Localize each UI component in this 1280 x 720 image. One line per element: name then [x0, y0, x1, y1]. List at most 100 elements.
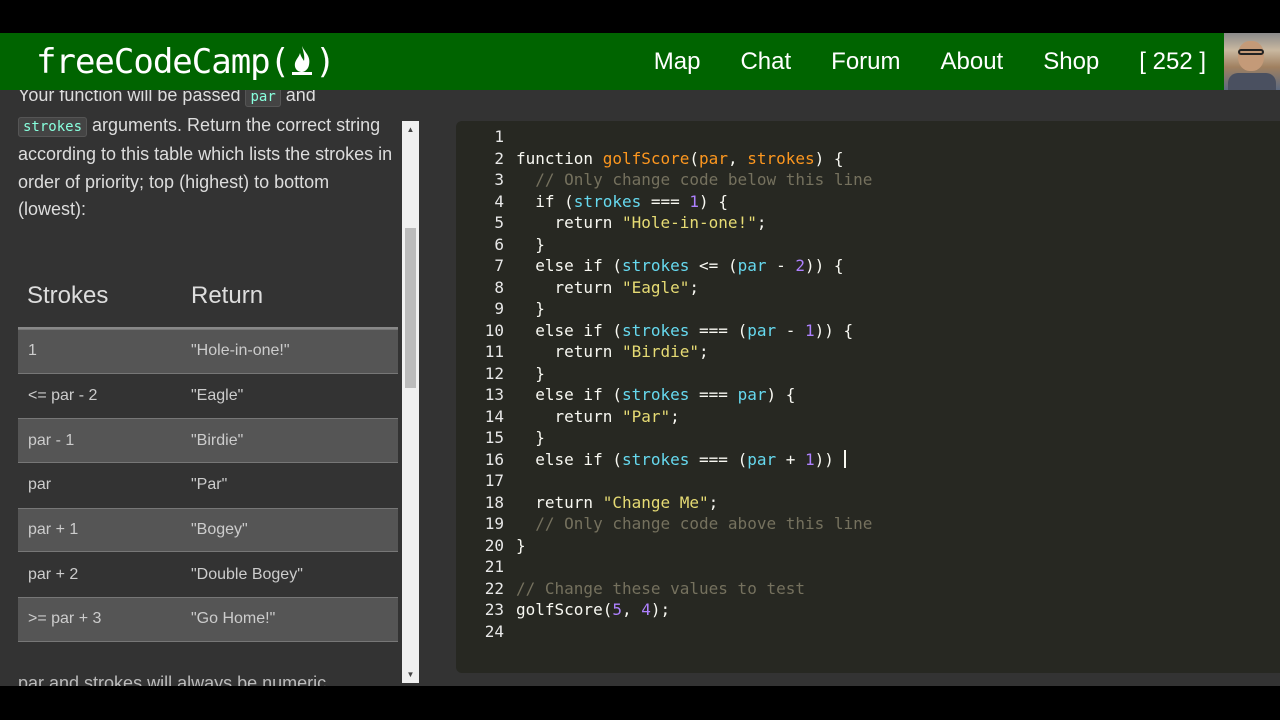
code-line-20: }	[516, 535, 526, 555]
header-strokes: Strokes	[27, 281, 109, 309]
table-header: Strokes Return	[18, 264, 398, 329]
avatar[interactable]	[1224, 33, 1280, 90]
brand-logo[interactable]: freeCodeCamp()	[36, 40, 336, 84]
code-line-14: return "Par";	[554, 406, 680, 426]
avatar-face	[1238, 41, 1264, 71]
code-line-5: return "Hole-in-one!";	[554, 213, 767, 232]
scroll-thumb[interactable]	[405, 228, 416, 388]
code-line-19: // Only change code above this line	[516, 514, 872, 533]
cell-return: "Par"	[191, 476, 228, 494]
token-number: 5	[612, 600, 622, 619]
table-row: par + 2 "Double Bogey"	[18, 552, 398, 597]
brand-paren-open: (	[269, 42, 291, 82]
token-keyword: return	[554, 277, 613, 297]
challenge-description: Your function will be passed par and stro…	[18, 90, 398, 224]
cell-return: "Hole-in-one!"	[191, 342, 290, 360]
token-comment: // Only change code above this line	[535, 514, 873, 533]
code-chip-strokes: strokes	[18, 116, 88, 137]
instructions-panel: Your function will be passed par and stro…	[18, 90, 402, 686]
cell-strokes: >= par + 3	[28, 610, 102, 628]
code-line-22: // Change these values to test	[516, 579, 805, 598]
token-variable: par	[747, 449, 777, 469]
token-variable: par	[737, 256, 767, 275]
top-navbar: freeCodeCamp() Map Chat Forum About Shop…	[0, 33, 1280, 90]
nav-forum[interactable]: Forum	[831, 48, 900, 76]
line-number: 15	[484, 428, 504, 447]
token-keyword: else if	[535, 385, 603, 404]
token-keyword: else if	[535, 449, 603, 469]
line-number: 11	[484, 342, 504, 361]
code-editor[interactable]: 1 2 3 4 5 6 7 8 9 10 11 12 13 14 15 16 17 18 19 20 21 22 23 24 …	[456, 121, 1280, 673]
line-number: 18	[484, 492, 504, 512]
avatar-shirt	[1228, 73, 1276, 90]
desc-text-a: Your function will be passed	[18, 90, 246, 105]
line-number: 10	[484, 320, 504, 340]
table-row: par "Par"	[18, 463, 398, 508]
token-param: par	[699, 148, 728, 168]
code-line-4: if (strokes === 1) {	[535, 191, 728, 211]
table-row: 1 "Hole-in-one!"	[18, 329, 398, 374]
scroll-down-arrow-icon[interactable]: ▼	[402, 666, 419, 683]
table-row: par - 1 "Birdie"	[18, 418, 398, 464]
table-row: par + 1 "Bogey"	[18, 507, 398, 553]
line-number: 19	[484, 514, 504, 533]
code-line-16: else if (strokes === (par + 1))	[535, 449, 846, 469]
line-number: 12	[484, 363, 504, 383]
line-number: 4	[494, 191, 504, 211]
clipped-note: par and strokes will always be numeric	[18, 673, 327, 686]
token-keyword: return	[554, 342, 613, 361]
cell-return: "Eagle"	[191, 387, 244, 405]
cell-strokes: par + 2	[28, 565, 79, 583]
code-line-6: }	[516, 234, 545, 254]
token-number: 4	[641, 600, 651, 619]
nav-shop[interactable]: Shop	[1043, 48, 1099, 76]
line-number: 14	[484, 406, 504, 426]
nav-map[interactable]: Map	[654, 48, 701, 76]
token-variable: strokes	[621, 320, 690, 340]
line-number: 3	[494, 170, 504, 189]
line-number: 6	[494, 234, 504, 254]
token-param: strokes	[747, 148, 815, 168]
token-keyword: else if	[535, 256, 603, 275]
scroll-up-arrow-icon[interactable]: ▲	[402, 121, 419, 138]
line-number: 8	[494, 277, 504, 297]
token-comment: // Change these values to test	[516, 578, 805, 598]
code-line-3: // Only change code below this line	[516, 170, 872, 189]
code-line-10: else if (strokes === (par - 1)) {	[535, 320, 854, 340]
token-variable: strokes	[621, 256, 690, 275]
code-chip-par: par	[245, 90, 281, 107]
token-keyword: return	[554, 213, 613, 232]
code-line-2: function golfScore(par, strokes) {	[516, 148, 844, 168]
scores-table: Strokes Return 1 "Hole-in-one!" <= par - …	[18, 264, 398, 642]
code-line-18: return "Change Me";	[535, 492, 719, 512]
line-number: 1	[494, 127, 504, 146]
nav-about[interactable]: About	[941, 48, 1004, 76]
token-number: 2	[795, 256, 806, 275]
token-comment: // Only change code below this line	[535, 170, 873, 189]
token-keyword: if	[535, 191, 555, 211]
code-line-12: }	[516, 363, 545, 383]
cell-strokes: par - 1	[28, 431, 75, 449]
line-number: 21	[484, 557, 504, 576]
line-number: 9	[494, 299, 504, 318]
cell-strokes: par	[28, 476, 52, 494]
code-line-15: }	[516, 428, 545, 447]
avatar-glasses	[1238, 49, 1264, 55]
token-identifier: golfScore	[516, 600, 603, 619]
token-string: "Par"	[621, 406, 671, 426]
line-number: 23	[484, 600, 504, 619]
instructions-scrollbar[interactable]: ▲ ▼	[402, 121, 419, 683]
text-cursor	[843, 449, 846, 468]
token-string: "Change Me"	[602, 492, 709, 512]
token-keyword: return	[554, 406, 613, 426]
nav-points[interactable]: [ 252 ]	[1139, 48, 1206, 76]
line-number: 16	[484, 449, 504, 469]
token-function-name: golfScore	[602, 148, 690, 168]
token-keyword: else if	[535, 320, 603, 340]
cell-strokes: <= par - 2	[28, 387, 98, 405]
browser-viewport: freeCodeCamp() Map Chat Forum About Shop…	[0, 33, 1280, 686]
nav-chat[interactable]: Chat	[740, 48, 791, 76]
flame-icon	[292, 46, 313, 75]
cell-return: "Bogey"	[191, 521, 248, 539]
header-return: Return	[191, 281, 264, 309]
